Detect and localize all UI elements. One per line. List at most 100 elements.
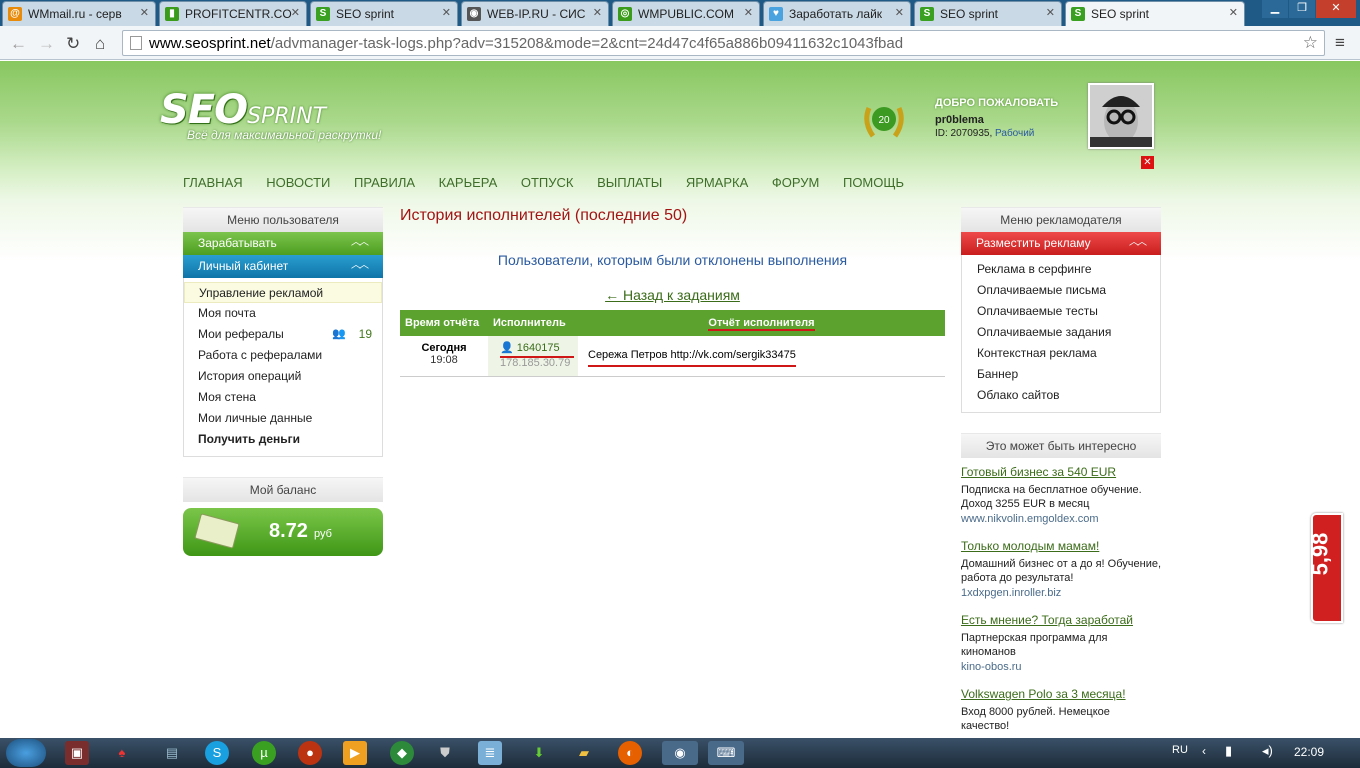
- level-number: 20: [878, 115, 890, 126]
- menu-item-referrals[interactable]: Мои рефералы 👥 19: [184, 324, 382, 345]
- start-button[interactable]: [6, 739, 46, 767]
- skype-icon[interactable]: S: [205, 741, 229, 765]
- back-link[interactable]: ← Назад к заданиям: [400, 287, 945, 303]
- nav-item-home[interactable]: ГЛАВНАЯ: [183, 175, 243, 190]
- earn-toggle[interactable]: Зарабатывать ︿︿: [183, 232, 383, 255]
- nav-item-payouts[interactable]: ВЫПЛАТЫ: [597, 175, 662, 190]
- close-icon[interactable]: ✕: [1046, 6, 1055, 19]
- language-indicator[interactable]: RU: [1172, 744, 1188, 756]
- close-icon[interactable]: ✕: [744, 6, 753, 19]
- network-icon[interactable]: ▮: [1225, 743, 1232, 759]
- page-title: История исполнителей (последние 50): [400, 207, 688, 224]
- browser-toolbar: ← → ↻ ⌂ www.seosprint.net/advmanager-tas…: [0, 26, 1360, 60]
- ad-url[interactable]: kino-obos.ru: [961, 661, 1161, 673]
- nav-item-help[interactable]: ПОМОЩЬ: [843, 175, 904, 190]
- menu-item-personal-data[interactable]: Мои личные данные: [184, 408, 382, 429]
- back-icon[interactable]: ←: [10, 34, 27, 54]
- window-close-button[interactable]: ✕: [1316, 0, 1356, 18]
- app-icon[interactable]: ⛊: [433, 741, 457, 765]
- nav-item-career[interactable]: КАРЬЕРА: [439, 175, 498, 190]
- chrome-icon[interactable]: ◉: [662, 741, 698, 765]
- menu-item-ad-management[interactable]: Управление рекламой: [184, 282, 382, 303]
- media-icon[interactable]: ▶: [343, 741, 367, 765]
- menu-item-banner[interactable]: Баннер: [962, 364, 1160, 385]
- forward-icon[interactable]: →: [38, 34, 55, 54]
- maximize-button[interactable]: ❐: [1289, 0, 1315, 18]
- app-icon[interactable]: ◆: [390, 741, 414, 765]
- tray-arrow-icon[interactable]: ‹: [1202, 744, 1206, 758]
- ad-title[interactable]: Только молодым мамам!: [961, 539, 1161, 553]
- browser-tab[interactable]: S SEO sprint ✕: [914, 1, 1062, 26]
- status-link[interactable]: Рабочий: [995, 128, 1034, 139]
- username[interactable]: pr0blema: [935, 114, 1058, 126]
- ad-url[interactable]: 1xdxpgen.inroller.biz: [961, 587, 1161, 599]
- row-time: 19:08: [430, 354, 458, 366]
- address-bar[interactable]: www.seosprint.net/advmanager-task-logs.p…: [122, 30, 1325, 56]
- minimize-button[interactable]: ▁: [1262, 0, 1288, 18]
- browser-tab[interactable]: ♥ Заработать лайк ✕: [763, 1, 911, 26]
- browser-tab[interactable]: ◉ WEB-IP.RU - СИС ✕: [461, 1, 609, 26]
- menu-item-get-money[interactable]: Получить деньги: [184, 429, 382, 450]
- close-icon[interactable]: ✕: [140, 6, 149, 19]
- avatar[interactable]: [1088, 83, 1154, 149]
- close-icon[interactable]: ✕: [1229, 6, 1238, 19]
- site-logo[interactable]: SEOSPRINT: [160, 87, 326, 133]
- menu-icon[interactable]: ≡: [1335, 33, 1345, 53]
- menu-item-paid-tasks[interactable]: Оплачиваемые задания: [962, 322, 1160, 343]
- place-ad-toggle[interactable]: Разместить рекламу ︿︿: [961, 232, 1161, 255]
- menu-item-wall[interactable]: Моя стена: [184, 387, 382, 408]
- browser-tab-active[interactable]: S SEO sprint ✕: [1065, 1, 1245, 26]
- app-icon[interactable]: ▣: [65, 741, 89, 765]
- menu-item-paid-mail[interactable]: Оплачиваемые письма: [962, 280, 1160, 301]
- utorrent-icon[interactable]: µ: [252, 741, 276, 765]
- folder-icon[interactable]: ▰: [572, 741, 596, 765]
- ad-title[interactable]: Volkswagen Polo за 3 месяца!: [961, 687, 1161, 701]
- close-icon[interactable]: ✕: [593, 6, 602, 19]
- browser-tab[interactable]: S SEO sprint ✕: [310, 1, 458, 26]
- menu-item-context-ads[interactable]: Контекстная реклама: [962, 343, 1160, 364]
- menu-item-paid-tests[interactable]: Оплачиваемые тесты: [962, 301, 1160, 322]
- referral-count: 19: [358, 327, 372, 341]
- menu-item-history[interactable]: История операций: [184, 366, 382, 387]
- menu-item-site-cloud[interactable]: Облако сайтов: [962, 385, 1160, 406]
- side-widget-badge[interactable]: 5,98: [1307, 513, 1343, 623]
- bookmark-star-icon[interactable]: ☆: [1303, 33, 1318, 53]
- nav-item-news[interactable]: НОВОСТИ: [266, 175, 330, 190]
- balance-box[interactable]: 8.72 руб: [183, 508, 383, 556]
- clock[interactable]: 22:09: [1294, 745, 1324, 759]
- menu-item-mail[interactable]: Моя почта: [184, 303, 382, 324]
- ad-title[interactable]: Готовый бизнес за 540 EUR: [961, 465, 1161, 479]
- executor-id[interactable]: 1640175: [517, 342, 560, 354]
- nav-item-fair[interactable]: ЯРМАРКА: [686, 175, 748, 190]
- home-icon[interactable]: ⌂: [95, 34, 105, 54]
- tab-label: SEO sprint: [940, 7, 999, 21]
- ad-desc: Подписка на бесплатное обучение. Доход 3…: [961, 484, 1142, 510]
- avatar-remove-icon[interactable]: ✕: [1141, 156, 1154, 169]
- ad-url[interactable]: www.nikvolin.emgoldex.com: [961, 513, 1161, 525]
- avatar-image: [1090, 85, 1152, 147]
- ad-block: Только молодым мамам! Домашний бизнес от…: [961, 539, 1161, 599]
- download-icon[interactable]: ⬇: [527, 741, 551, 765]
- app-icon[interactable]: ♠: [110, 741, 134, 765]
- reload-icon[interactable]: ↻: [66, 34, 80, 54]
- volume-icon[interactable]: ◂): [1262, 743, 1273, 759]
- menu-item-surfing[interactable]: Реклама в серфинге: [962, 259, 1160, 280]
- notes-icon[interactable]: ≣: [478, 741, 502, 765]
- close-icon[interactable]: ✕: [895, 6, 904, 19]
- menu-item-referral-work[interactable]: Работа с рефералами: [184, 345, 382, 366]
- ad-desc: Партнерская программа для киноманов: [961, 632, 1108, 658]
- close-icon[interactable]: ✕: [291, 6, 300, 19]
- keyboard-icon[interactable]: ⌨: [708, 741, 744, 765]
- cabinet-toggle[interactable]: Личный кабинет ︿︿: [183, 255, 383, 278]
- app-icon[interactable]: ●: [298, 741, 322, 765]
- browser-tab[interactable]: ◎ WMPUBLIC.COM ✕: [612, 1, 760, 26]
- close-icon[interactable]: ✕: [442, 6, 451, 19]
- ad-title[interactable]: Есть мнение? Тогда заработай: [961, 613, 1161, 627]
- nav-item-vacation[interactable]: ОТПУСК: [521, 175, 574, 190]
- nav-item-rules[interactable]: ПРАВИЛА: [354, 175, 415, 190]
- browser-tab[interactable]: ▮ PROFITCENTR.CO ✕: [159, 1, 307, 26]
- firefox-icon[interactable]: ◐: [618, 741, 642, 765]
- nav-item-forum[interactable]: ФОРУМ: [772, 175, 819, 190]
- app-icon[interactable]: ▤: [160, 741, 184, 765]
- browser-tab[interactable]: @ WMmail.ru - серв ✕: [2, 1, 156, 26]
